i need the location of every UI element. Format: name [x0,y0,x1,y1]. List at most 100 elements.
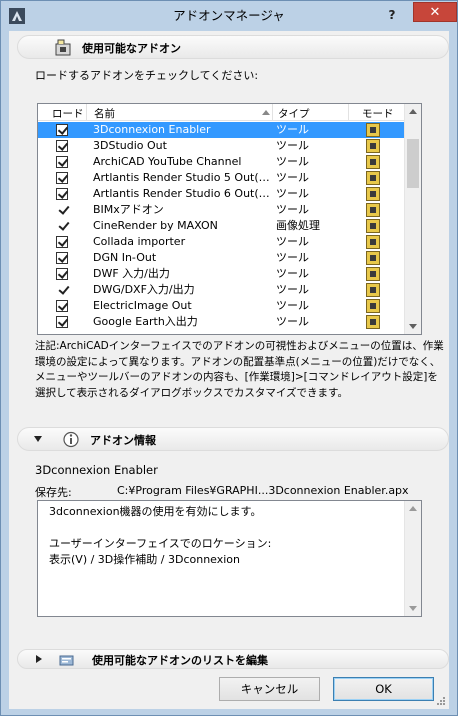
scroll-down-icon[interactable] [409,606,417,611]
table-row[interactable]: DWG/DXF入力/出力 ツール [38,282,404,298]
addon-info-title: アドオン情報 [90,434,156,447]
column-divider[interactable] [348,104,349,121]
addon-folder-icon [55,39,71,56]
title-bar[interactable]: アドオンマネージャ ? ✕ [1,1,457,31]
scroll-down-icon[interactable] [409,324,417,329]
mode-icon [366,283,380,297]
column-header-name[interactable]: 名前 [94,106,115,121]
path-label: 保存先: [35,486,72,499]
table-row[interactable]: 3Dconnexion Enabler ツール [38,122,404,138]
table-row[interactable]: Collada importer ツール [38,234,404,250]
check-icon[interactable] [58,282,70,296]
checkbox-icon[interactable] [56,316,68,328]
table-row[interactable]: BIMxアドオン ツール [38,202,404,218]
table-row[interactable]: 3DStudio Out ツール [38,138,404,154]
table-row[interactable]: ArchiCAD YouTube Channel ツール [38,154,404,170]
addon-type-cell: ツール [276,299,309,312]
mode-icon [366,299,380,313]
addon-type-cell: 画像処理 [276,219,320,232]
checkbox-icon[interactable] [56,140,68,152]
mode-icon [366,139,380,153]
list-header: ロード 名前 タイプ モード [38,104,404,121]
disclosure-triangle-icon[interactable] [34,436,42,442]
info-icon [63,431,79,448]
table-row[interactable]: Artlantis Render Studio 5 Out(… ツール [38,170,404,186]
scroll-up-icon[interactable] [409,506,417,511]
check-icon[interactable] [58,218,70,232]
close-button[interactable]: ✕ [413,2,457,22]
check-icon[interactable] [58,202,70,216]
mode-icon [366,203,380,217]
ok-button[interactable]: OK [333,677,434,701]
addon-type-cell: ツール [276,251,309,264]
addon-type-cell: ツール [276,315,309,328]
mode-icon [366,155,380,169]
list-scrollbar[interactable] [404,104,421,334]
addon-name-cell: ElectricImage Out [93,299,192,312]
addon-name-cell: CineRender by MAXON [93,219,218,232]
addon-type-cell: ツール [276,235,309,248]
table-row[interactable]: DGN In-Out ツール [38,250,404,266]
scroll-up-icon[interactable] [409,109,417,114]
mode-icon [366,267,380,281]
addon-name-cell: Collada importer [93,235,186,248]
column-header-load[interactable]: ロード [52,106,84,121]
column-header-mode[interactable]: モード [362,106,394,121]
sort-arrow-icon [262,110,270,115]
note-text: 注記:ArchiCADインターフェイスでのアドオンの可視性およびメニューの位置は… [35,340,444,399]
addon-name-cell: Artlantis Render Studio 6 Out(… [93,187,270,200]
resize-grip[interactable] [436,696,446,706]
help-button[interactable]: ? [381,5,403,25]
edit-list-title: 使用可能なアドオンのリストを編集 [92,654,268,667]
checkbox-icon[interactable] [56,124,68,136]
instruction-text: ロードするアドオンをチェックしてください: [35,69,259,82]
available-addons-header: 使用可能なアドオン [17,35,449,59]
disclosure-triangle-icon[interactable] [36,655,42,663]
mode-icon [366,171,380,185]
cancel-button[interactable]: キャンセル [219,677,320,701]
checkbox-icon[interactable] [56,300,68,312]
addon-name-cell: Artlantis Render Studio 5 Out(… [93,171,270,184]
description-box[interactable]: 3dconnexion機器の使用を有効にします。 ユーザーインターフェイスでのロ… [37,500,422,617]
addon-type-cell: ツール [276,171,309,184]
addon-type-cell: ツール [276,123,309,136]
addon-name-cell: 3Dconnexion Enabler [93,123,211,136]
addon-name-cell: DWG/DXF入力/出力 [93,283,195,296]
column-header-type[interactable]: タイプ [278,106,310,121]
mode-icon [366,219,380,233]
checkbox-icon[interactable] [56,236,68,248]
addon-rows: 3Dconnexion Enabler ツール 3DStudio Out ツール Arc… [38,122,404,330]
mode-icon [366,251,380,265]
checkbox-icon[interactable] [56,156,68,168]
addon-name-cell: 3DStudio Out [93,139,167,152]
checkbox-icon[interactable] [56,268,68,280]
mode-icon [366,187,380,201]
edit-list-icon [59,655,74,666]
addon-list[interactable]: ロード 名前 タイプ モード 3Dconnexion Enabler ツール 3DS… [37,103,422,335]
table-row[interactable]: ElectricImage Out ツール [38,298,404,314]
addon-name-cell: ArchiCAD YouTube Channel [93,155,242,168]
dialog-body: 使用可能なアドオン ロードするアドオンをチェックしてください: ロード 名前 タ… [9,31,449,709]
available-addons-title: 使用可能なアドオン [82,42,181,55]
scroll-thumb[interactable] [407,139,419,188]
table-row[interactable]: Artlantis Render Studio 6 Out(… ツール [38,186,404,202]
table-row[interactable]: DWF 入力/出力 ツール [38,266,404,282]
checkbox-icon[interactable] [56,252,68,264]
addon-name-cell: DGN In-Out [93,251,157,264]
description-text: 3dconnexion機器の使用を有効にします。 ユーザーインターフェイスでのロ… [49,505,272,566]
checkbox-icon[interactable] [56,188,68,200]
description-scrollbar[interactable] [404,501,421,616]
mode-icon [366,235,380,249]
edit-list-header[interactable]: 使用可能なアドオンのリストを編集 [17,649,449,669]
path-value: C:¥Program Files¥GRAPHI...3Dconnexion En… [117,484,409,497]
column-divider[interactable] [86,104,87,121]
addon-type-cell: ツール [276,187,309,200]
column-divider[interactable] [272,104,273,121]
table-row[interactable]: CineRender by MAXON 画像処理 [38,218,404,234]
checkbox-icon[interactable] [56,172,68,184]
table-row[interactable]: Google Earth入出力 ツール [38,314,404,330]
addon-type-cell: ツール [276,139,309,152]
addon-name-cell: DWF 入力/出力 [93,267,170,280]
selected-addon-name: 3Dconnexion Enabler [35,463,158,477]
addon-info-header[interactable]: アドオン情報 [17,427,449,451]
